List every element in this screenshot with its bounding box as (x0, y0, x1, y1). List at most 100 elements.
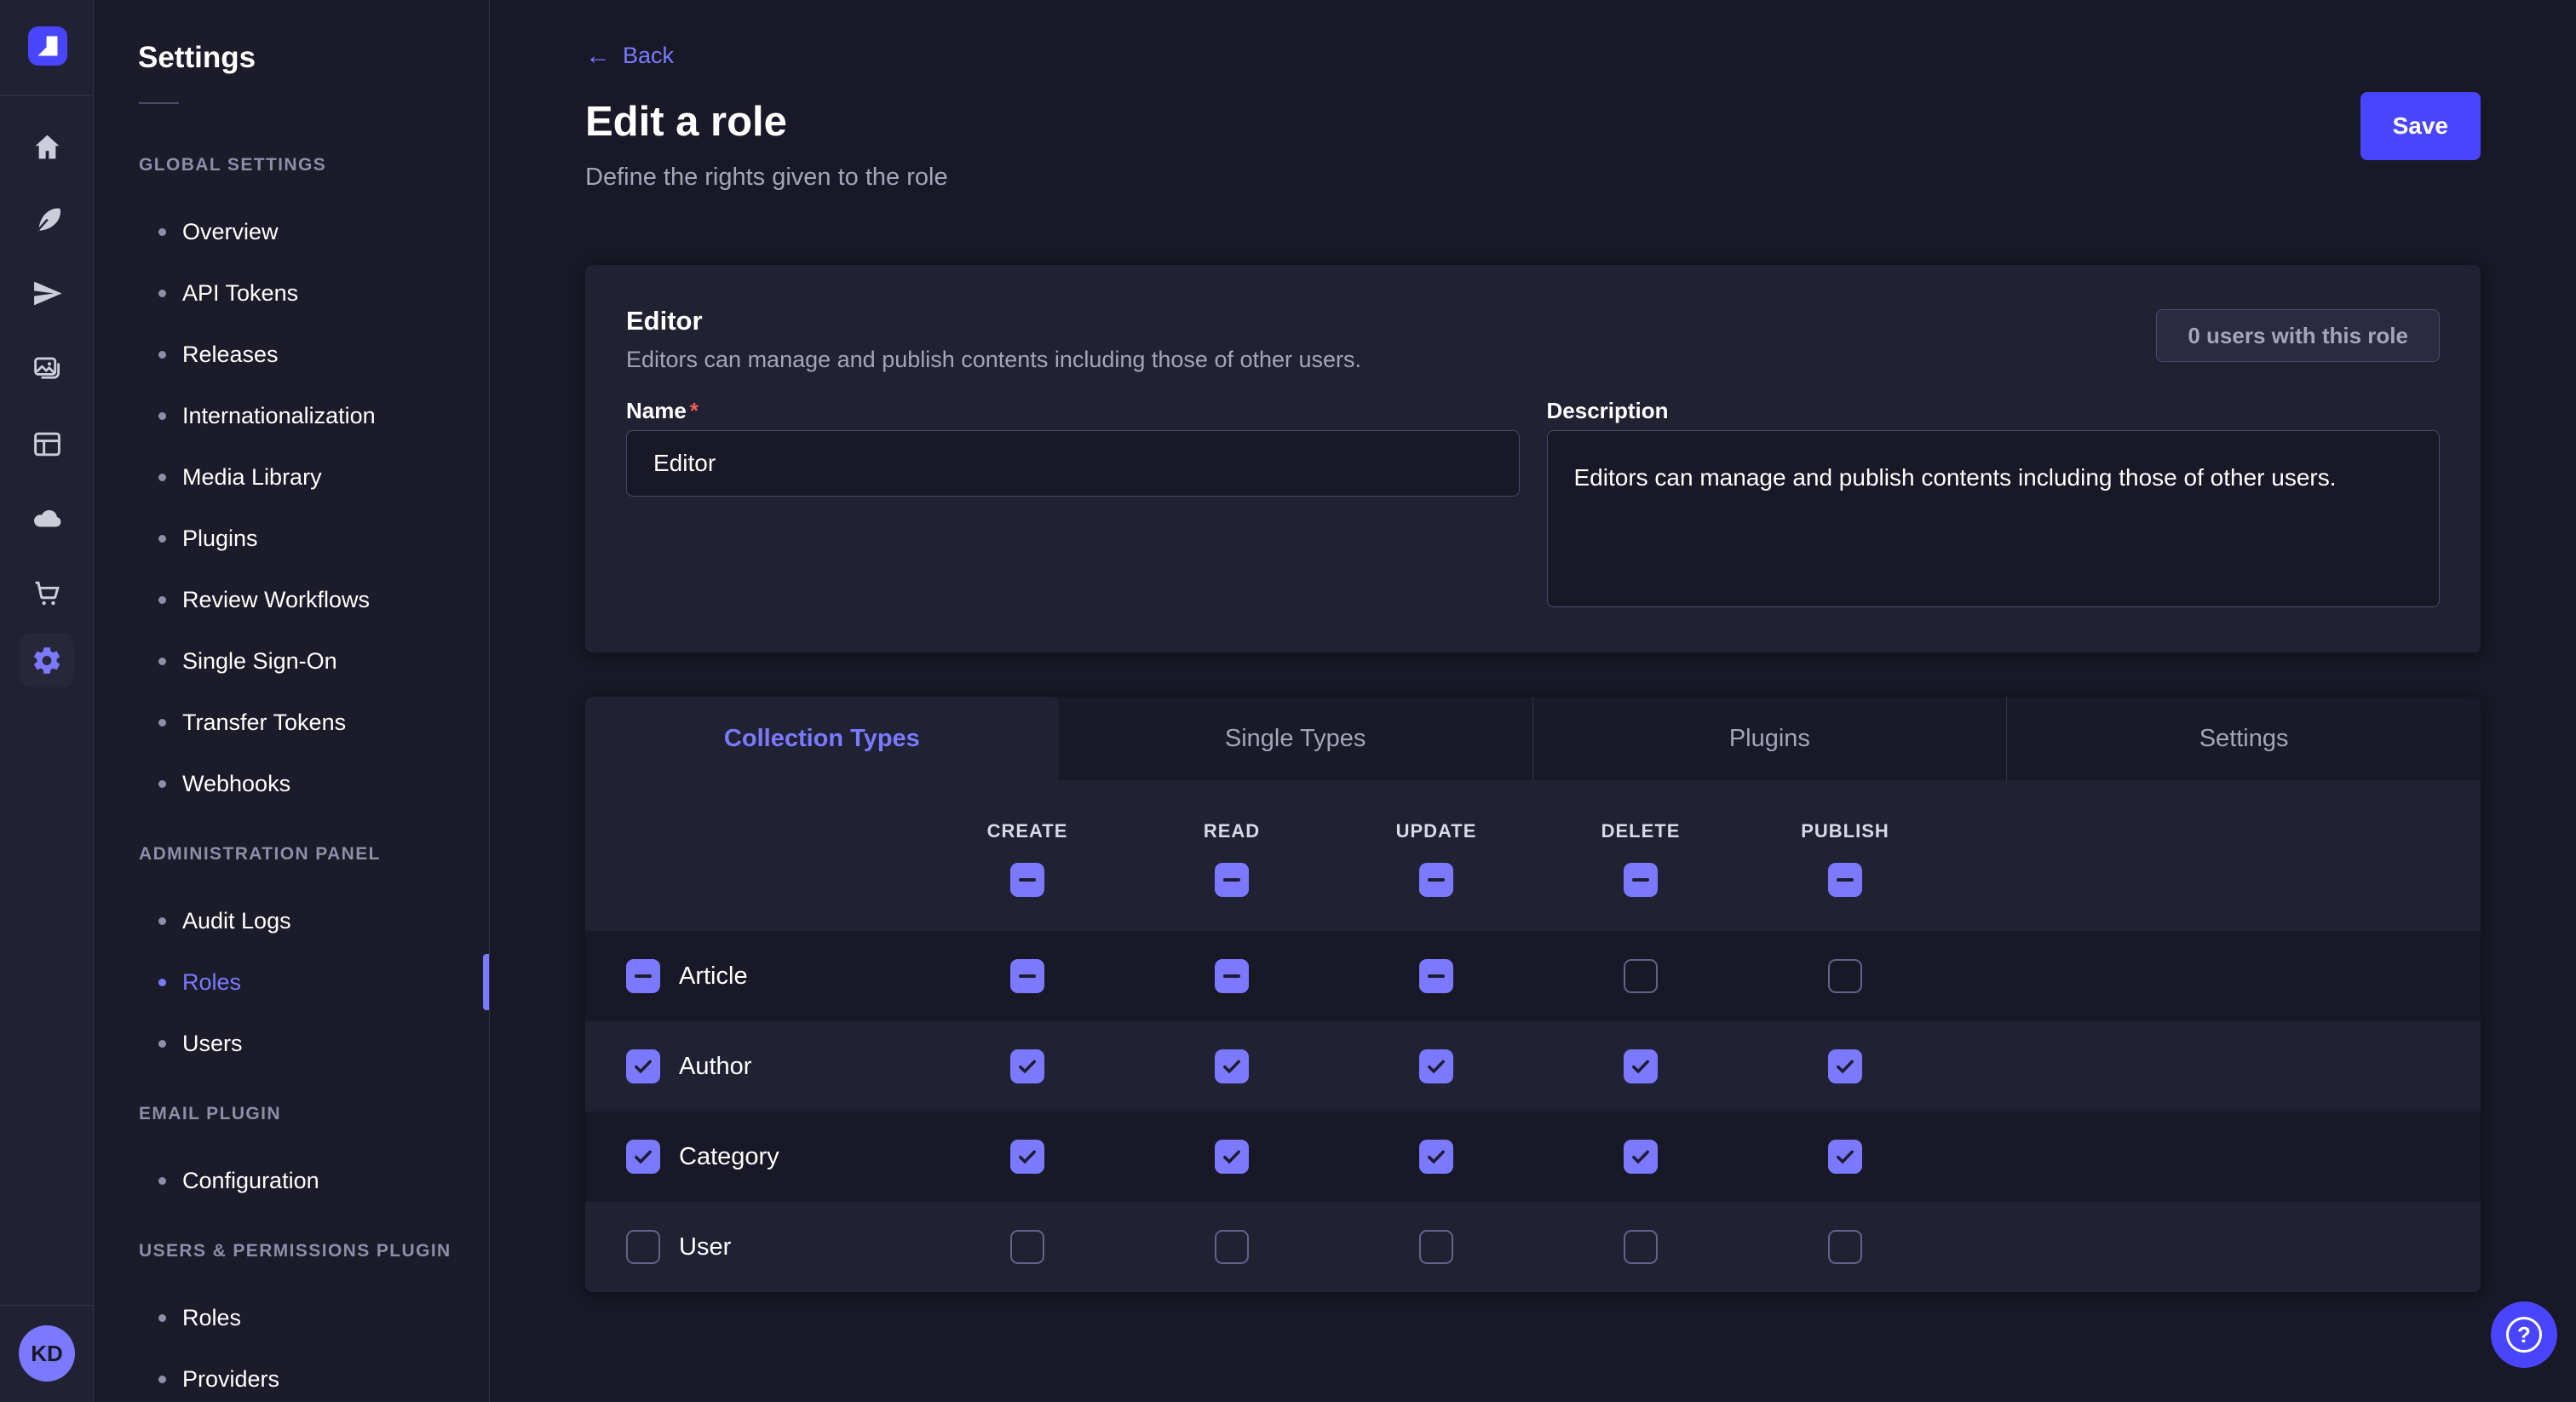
check-icon (1629, 1145, 1653, 1169)
bullet-icon (158, 780, 166, 788)
sidebar-item-providers[interactable]: Providers (94, 1348, 489, 1402)
tab-collection-types[interactable]: Collection Types (585, 697, 1059, 780)
sidebar-item-roles[interactable]: Roles (94, 1287, 489, 1348)
bullet-icon (158, 917, 166, 925)
checkbox-indeterminate[interactable] (626, 959, 660, 993)
main-nav-rail: KD (0, 0, 94, 1402)
checkbox-checked[interactable] (1828, 1140, 1862, 1174)
permissions-tabs: Collection TypesSingle TypesPluginsSetti… (585, 697, 2481, 780)
check-icon (1015, 1145, 1039, 1169)
layout-icon[interactable] (20, 417, 74, 471)
check-icon (1424, 1054, 1448, 1078)
sidebar-item-overview[interactable]: Overview (94, 201, 489, 262)
checkbox-indeterminate[interactable] (1215, 863, 1249, 897)
gear-icon[interactable] (20, 633, 74, 687)
pictures-icon[interactable] (20, 341, 74, 395)
checkbox-unchecked[interactable] (1010, 1230, 1044, 1264)
permission-cell (1334, 1230, 1538, 1264)
sidebar-item-audit-logs[interactable]: Audit Logs (94, 890, 489, 951)
sidebar-item-label: Roles (182, 1305, 241, 1331)
permission-cell (1743, 1049, 1947, 1083)
bullet-icon (158, 474, 166, 481)
feather-icon[interactable] (20, 192, 74, 247)
checkbox-checked[interactable] (1624, 1049, 1658, 1083)
checkbox-indeterminate[interactable] (1624, 863, 1658, 897)
checkbox-checked[interactable] (1010, 1140, 1044, 1174)
strapi-logo[interactable] (28, 26, 67, 66)
permission-cell (925, 1049, 1130, 1083)
permission-cell (1130, 1049, 1334, 1083)
checkbox-checked[interactable] (1828, 1049, 1862, 1083)
sidebar-item-media-library[interactable]: Media Library (94, 446, 489, 508)
tab-settings[interactable]: Settings (2006, 697, 2481, 780)
checkbox-unchecked[interactable] (1215, 1230, 1249, 1264)
cloud-icon[interactable] (20, 491, 74, 545)
sidebar-item-webhooks[interactable]: Webhooks (94, 753, 489, 814)
permission-row-user[interactable]: User (585, 1202, 2481, 1292)
sidebar-item-roles[interactable]: Roles (94, 951, 489, 1013)
sidebar-item-api-tokens[interactable]: API Tokens (94, 262, 489, 324)
save-button[interactable]: Save (2360, 92, 2481, 160)
indeterminate-dash-icon (1019, 878, 1036, 882)
checkbox-unchecked[interactable] (1419, 1230, 1453, 1264)
checkbox-indeterminate[interactable] (1419, 959, 1453, 993)
cart-icon[interactable] (20, 566, 74, 620)
description-textarea[interactable]: Editors can manage and publish contents … (1547, 430, 2441, 607)
tab-single-types[interactable]: Single Types (1059, 697, 1532, 780)
bullet-icon (158, 979, 166, 986)
column-label: READ (1204, 820, 1260, 842)
sidebar-item-releases[interactable]: Releases (94, 324, 489, 385)
sidebar-item-review-workflows[interactable]: Review Workflows (94, 569, 489, 630)
checkbox-checked[interactable] (1215, 1140, 1249, 1174)
sidebar-item-label: Internationalization (182, 403, 376, 429)
sidebar-item-transfer-tokens[interactable]: Transfer Tokens (94, 692, 489, 753)
back-link[interactable]: ← Back (585, 43, 674, 69)
tab-plugins[interactable]: Plugins (1532, 697, 2007, 780)
help-button[interactable]: ? (2491, 1301, 2557, 1368)
checkbox-checked[interactable] (1419, 1140, 1453, 1174)
check-icon (631, 1054, 655, 1078)
bullet-icon (158, 658, 166, 665)
paper-plane-icon[interactable] (20, 266, 74, 320)
checkbox-checked[interactable] (626, 1140, 660, 1174)
permission-cell (925, 959, 1130, 993)
checkbox-checked[interactable] (1215, 1049, 1249, 1083)
sidebar-item-label: Configuration (182, 1168, 319, 1194)
indeterminate-dash-icon (1428, 974, 1445, 978)
home-icon[interactable] (20, 119, 74, 174)
column-header-read: READ (1130, 820, 1334, 931)
bullet-icon (158, 290, 166, 297)
permission-row-author[interactable]: Author (585, 1021, 2481, 1112)
sidebar-item-internationalization[interactable]: Internationalization (94, 385, 489, 446)
checkbox-unchecked[interactable] (1624, 959, 1658, 993)
checkbox-checked[interactable] (1624, 1140, 1658, 1174)
sidebar-item-plugins[interactable]: Plugins (94, 508, 489, 569)
name-input[interactable] (626, 430, 1520, 497)
bullet-icon (158, 1040, 166, 1048)
checkbox-unchecked[interactable] (1828, 1230, 1862, 1264)
checkbox-checked[interactable] (1419, 1049, 1453, 1083)
checkbox-indeterminate[interactable] (1215, 959, 1249, 993)
checkbox-unchecked[interactable] (1828, 959, 1862, 993)
permission-row-category[interactable]: Category (585, 1112, 2481, 1202)
checkbox-indeterminate[interactable] (1828, 863, 1862, 897)
page-title: Edit a role (585, 98, 2481, 146)
checkbox-indeterminate[interactable] (1010, 863, 1044, 897)
checkbox-checked[interactable] (1010, 1049, 1044, 1083)
permission-cell (1130, 1230, 1334, 1264)
sidebar-item-label: Roles (182, 969, 241, 996)
sidebar-item-configuration[interactable]: Configuration (94, 1150, 489, 1211)
row-label: Article (679, 962, 748, 991)
avatar[interactable]: KD (19, 1325, 75, 1382)
sidebar-item-label: Transfer Tokens (182, 710, 346, 736)
sidebar-item-users[interactable]: Users (94, 1013, 489, 1074)
permission-row-article[interactable]: Article (585, 931, 2481, 1021)
checkbox-unchecked[interactable] (1624, 1230, 1658, 1264)
users-with-role-button[interactable]: 0 users with this role (2156, 309, 2440, 362)
checkbox-indeterminate[interactable] (1419, 863, 1453, 897)
checkbox-unchecked[interactable] (626, 1230, 660, 1264)
checkbox-checked[interactable] (626, 1049, 660, 1083)
sidebar-item-single-sign-on[interactable]: Single Sign-On (94, 630, 489, 692)
checkbox-indeterminate[interactable] (1010, 959, 1044, 993)
permission-cell (925, 1230, 1130, 1264)
